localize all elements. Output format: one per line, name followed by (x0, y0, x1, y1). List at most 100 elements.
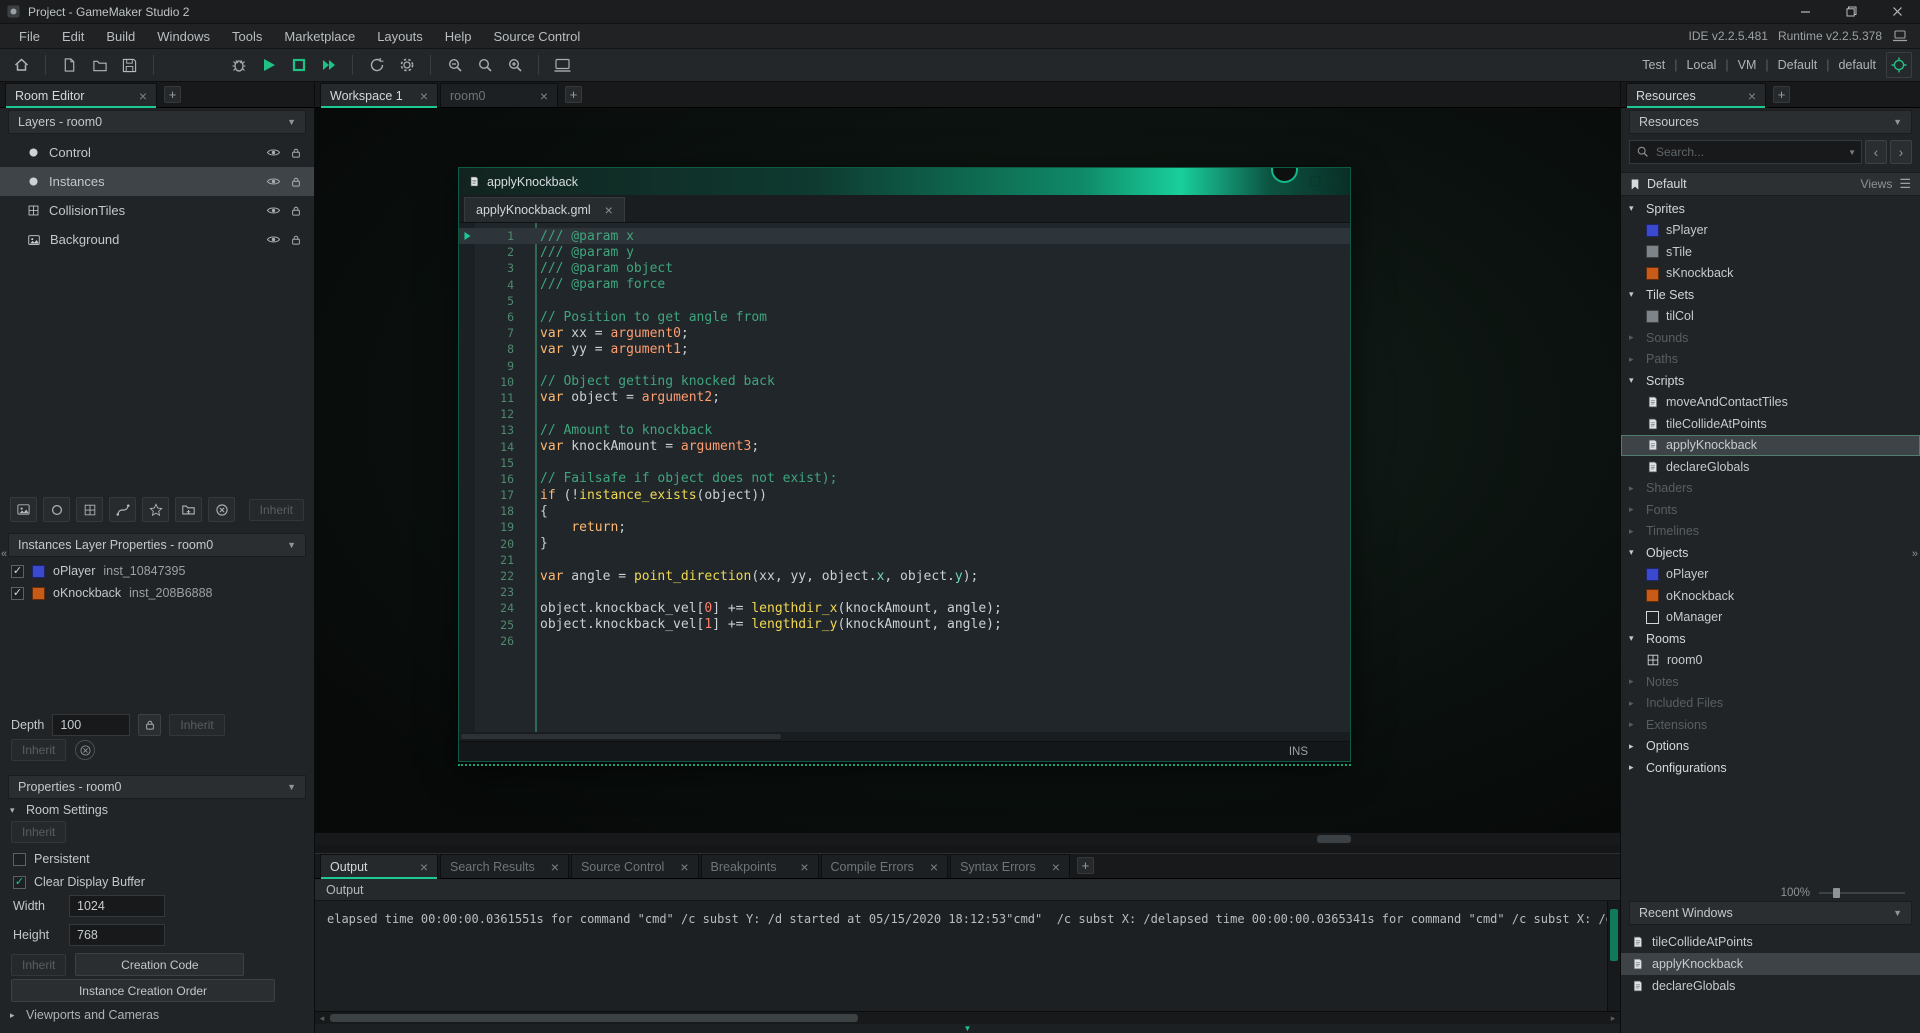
layer-row-background[interactable]: Background (0, 225, 314, 254)
layer-row-collisiontiles[interactable]: CollisionTiles (0, 196, 314, 225)
target-default[interactable]: default (1838, 58, 1876, 72)
code-line[interactable]: 5 (459, 293, 1350, 309)
tree-objects[interactable]: ▾Objects (1621, 542, 1920, 564)
code-line[interactable]: 25object.knockback_vel[1] += lengthdir_y… (459, 617, 1350, 633)
scroll-left-icon[interactable]: ◂ (315, 1013, 329, 1024)
resources-tab-resources[interactable]: Resources× (1626, 83, 1766, 107)
canvas-hscrollbar-thumb[interactable] (1317, 835, 1351, 843)
code-line[interactable]: 18{ (459, 503, 1350, 519)
code-line[interactable]: 6// Position to get angle from (459, 309, 1350, 325)
tree-shaders[interactable]: ▸Shaders (1621, 478, 1920, 500)
close-icon[interactable]: × (139, 89, 147, 103)
canvas-hscrollbar[interactable] (315, 832, 1620, 845)
depth-lock-icon[interactable] (138, 714, 161, 736)
tree-sknockback[interactable]: sKnockback (1621, 263, 1920, 285)
fast-forward-button[interactable] (315, 52, 342, 78)
output-new-tab-button[interactable]: + (1077, 857, 1094, 874)
target-test[interactable]: Test (1642, 58, 1665, 72)
output-tab-compile-errors[interactable]: Compile Errors× (821, 854, 949, 878)
properties-dropdown[interactable]: Properties - room0 ▼ (8, 775, 306, 799)
instances-inherit-button[interactable]: Inherit (11, 739, 66, 761)
zoom-out-button[interactable] (441, 52, 468, 78)
tree-expander-icon[interactable]: ▸ (1629, 698, 1639, 709)
resources-dropdown[interactable]: Resources ▼ (1629, 110, 1912, 134)
close-icon[interactable]: × (605, 203, 613, 217)
output-tab-syntax-errors[interactable]: Syntax Errors× (950, 854, 1070, 878)
tree-tilcol[interactable]: tilCol (1621, 306, 1920, 328)
tree-sounds[interactable]: ▸Sounds (1621, 327, 1920, 349)
tree-expander-icon[interactable]: ▸ (1629, 719, 1639, 730)
layer-row-instances[interactable]: Instances (0, 167, 314, 196)
tree-applyknockback[interactable]: applyKnockback (1621, 435, 1920, 457)
room-editor-new-tab-button[interactable]: + (164, 86, 181, 103)
zoom-in-button[interactable] (501, 52, 528, 78)
instance-checkbox[interactable] (11, 587, 24, 600)
code-line[interactable]: 22var angle = point_direction(xx, yy, ob… (459, 568, 1350, 584)
menu-layouts[interactable]: Layouts (366, 24, 434, 48)
add-layer-folder-button[interactable] (175, 497, 202, 522)
lock-icon[interactable] (290, 234, 302, 246)
code-line[interactable]: 1/// @param x (459, 228, 1350, 244)
workspace-new-tab-button[interactable]: + (565, 86, 582, 103)
workspace-canvas[interactable]: applyKnockback ❐ ✕ applyKnockback.gml × (315, 108, 1620, 832)
code-line[interactable]: 26 (459, 633, 1350, 649)
add-asset-layer-button[interactable] (142, 497, 169, 522)
output-content[interactable]: elapsed time 00:00:00.0361551s for comma… (315, 901, 1620, 1011)
persistent-checkbox[interactable] (13, 853, 26, 866)
tree-declareglobals[interactable]: declareGlobals (1621, 456, 1920, 478)
code-line[interactable]: 20} (459, 536, 1350, 552)
code-line[interactable]: 15 (459, 455, 1350, 471)
tree-extensions[interactable]: ▸Extensions (1621, 714, 1920, 736)
visibility-toggle-icon[interactable] (266, 174, 281, 189)
visibility-toggle-icon[interactable] (266, 203, 281, 218)
recent-declareglobals[interactable]: declareGlobals (1621, 975, 1920, 997)
visibility-toggle-icon[interactable] (266, 232, 281, 247)
close-icon[interactable]: × (420, 89, 428, 103)
delete-layer-button[interactable] (208, 497, 235, 522)
output-tab-source-control[interactable]: Source Control× (571, 854, 699, 878)
tree-expander-icon[interactable]: ▸ (1629, 354, 1639, 365)
section-collapsed-icon[interactable]: ▸ (10, 1010, 20, 1021)
layer-row-control[interactable]: Control (0, 138, 314, 167)
search-input[interactable] (1629, 140, 1862, 164)
run-button[interactable] (255, 52, 282, 78)
menu-edit[interactable]: Edit (51, 24, 95, 48)
tree-stile[interactable]: sTile (1621, 241, 1920, 263)
target-default[interactable]: Default (1778, 58, 1818, 72)
code-line[interactable]: 2/// @param y (459, 244, 1350, 260)
menu-marketplace[interactable]: Marketplace (273, 24, 366, 48)
close-icon[interactable]: × (930, 860, 938, 874)
open-project-button[interactable] (86, 52, 113, 78)
minimize-button[interactable] (1782, 0, 1828, 23)
home-button[interactable] (8, 52, 35, 78)
tree-omanager[interactable]: oManager (1621, 607, 1920, 629)
output-tab-breakpoints[interactable]: Breakpoints× (701, 854, 819, 878)
room-settings-section[interactable]: ▾ Room Settings (0, 801, 314, 819)
game-options-button[interactable] (393, 52, 420, 78)
code-line[interactable]: 13// Amount to knockback (459, 422, 1350, 438)
output-hscrollbar-thumb[interactable] (330, 1014, 858, 1022)
persistent-row[interactable]: Persistent (0, 851, 314, 867)
room-width-input[interactable] (69, 895, 165, 917)
close-icon[interactable]: × (1748, 89, 1756, 103)
stop-button[interactable] (285, 52, 312, 78)
tree-moveandcontacttiles[interactable]: moveAndContactTiles (1621, 392, 1920, 414)
recent-tilecollideatpoints[interactable]: tileCollideAtPoints (1621, 931, 1920, 953)
tree-included-files[interactable]: ▸Included Files (1621, 693, 1920, 715)
creation-code-button[interactable]: Creation Code (75, 953, 244, 976)
tree-expander-icon[interactable]: ▾ (1629, 633, 1639, 644)
tree-tile-sets[interactable]: ▾Tile Sets (1621, 284, 1920, 306)
code-line[interactable]: 24object.knockback_vel[0] += lengthdir_x… (459, 600, 1350, 616)
code-line[interactable]: 9 (459, 358, 1350, 374)
code-window-titlebar[interactable]: applyKnockback ❐ ✕ (459, 168, 1350, 195)
tree-expander-icon[interactable]: ▸ (1629, 504, 1639, 515)
collapse-caret-icon[interactable]: ▼ (964, 1025, 972, 1033)
search-next-button[interactable]: › (1890, 140, 1912, 164)
new-project-button[interactable] (56, 52, 83, 78)
laptop-preview-button[interactable] (549, 52, 576, 78)
save-project-button[interactable] (116, 52, 143, 78)
tree-expander-icon[interactable]: ▸ (1629, 332, 1639, 343)
tree-expander-icon[interactable]: ▸ (1629, 741, 1639, 752)
tree-scripts[interactable]: ▾Scripts (1621, 370, 1920, 392)
add-tile-layer-button[interactable] (76, 497, 103, 522)
